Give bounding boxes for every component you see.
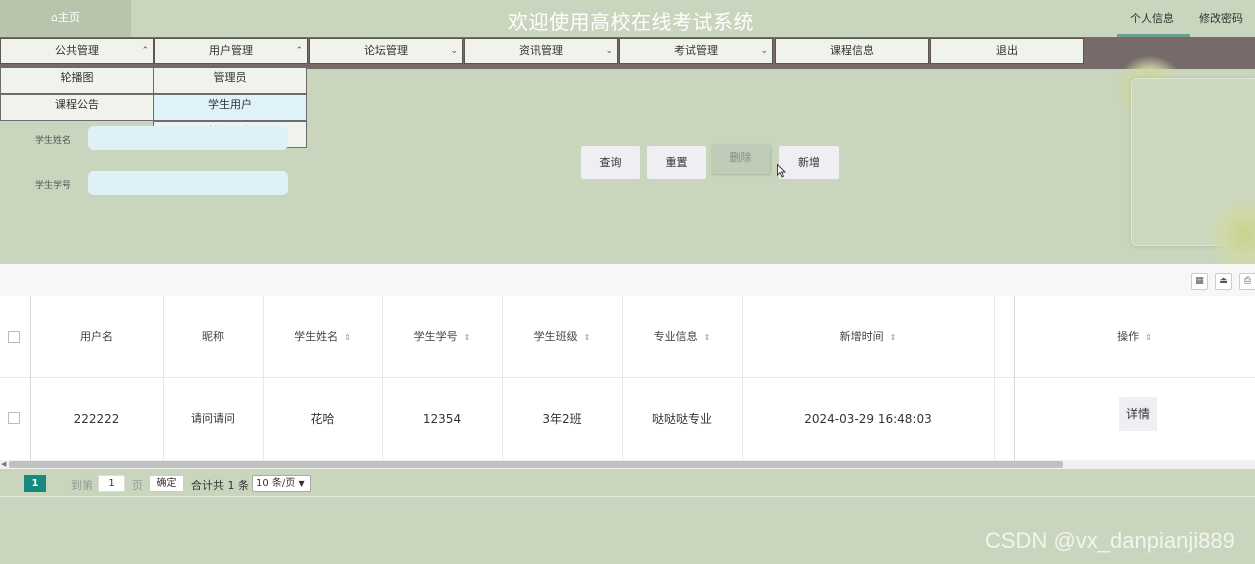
pager-total: 合计共 1 条 xyxy=(191,479,249,492)
chevron-down-icon: ▼ xyxy=(298,479,305,488)
nav-label: 用户管理 xyxy=(209,44,253,57)
chevron-down-icon: ⌄ xyxy=(605,46,613,56)
data-table: 用户名 昵称 学生姓名 ⇕ 学生学号 ⇕ 学生班级 ⇕ 专业信息 ⇕ 新增时间 ⇕ 操作 ⇕… xyxy=(0,296,1255,460)
chevron-up-icon: ⌃ xyxy=(295,46,303,56)
cell-student-id: 12354 xyxy=(422,412,462,426)
delete-button[interactable]: 删除 xyxy=(711,144,770,174)
profile-link[interactable]: 个人信息 xyxy=(1117,10,1190,37)
cell-major: 哒哒哒专业 xyxy=(651,412,712,426)
nav-label: 课程信息 xyxy=(830,44,874,57)
column-divider xyxy=(994,296,995,460)
change-password-link[interactable]: 修改密码 xyxy=(1199,10,1243,26)
sort-icon[interactable]: ⇕ xyxy=(344,333,351,342)
col-header-actions[interactable]: 操作 ⇕ xyxy=(1014,296,1255,378)
chevron-down-icon: ⌄ xyxy=(450,46,458,56)
nav-public-management[interactable]: 公共管理 ⌃ xyxy=(0,38,154,64)
columns-icon[interactable]: ▦ xyxy=(1191,273,1208,290)
col-header-username: 用户名 xyxy=(80,330,113,343)
select-all-checkbox[interactable] xyxy=(8,331,20,343)
student-name-input[interactable] xyxy=(88,126,288,150)
col-header-nickname: 昵称 xyxy=(202,330,224,343)
pager-page-input[interactable]: 1 xyxy=(98,475,125,492)
pager-divider xyxy=(0,496,1255,497)
cell-created-time: 2024-03-29 16:48:03 xyxy=(804,412,932,426)
reset-button[interactable]: 重置 xyxy=(647,146,706,179)
sort-icon[interactable]: ⇕ xyxy=(1145,333,1152,342)
detail-button[interactable]: 详情 xyxy=(1119,397,1157,431)
chevron-up-icon: ⌃ xyxy=(141,46,149,56)
scroll-left-icon[interactable]: ◀ xyxy=(1,460,6,468)
pager-confirm-button[interactable]: 确定 xyxy=(149,475,184,492)
nav-user-management[interactable]: 用户管理 ⌃ xyxy=(154,38,308,64)
query-button[interactable]: 查询 xyxy=(581,146,640,179)
page-size-select[interactable]: 10 条/页 ▼ xyxy=(252,475,311,492)
nav-label: 退出 xyxy=(996,44,1018,57)
pager-goto-label: 到第 xyxy=(71,479,93,492)
col-header-student-id[interactable]: 学生学号 ⇕ xyxy=(382,296,502,378)
site-title: 欢迎使用高校在线考试系统 xyxy=(508,10,754,34)
student-id-input[interactable] xyxy=(88,171,288,195)
nav-news-management[interactable]: 资讯管理 ⌄ xyxy=(464,38,618,64)
mouse-cursor-icon xyxy=(777,164,786,178)
export-icon[interactable]: ⏏ xyxy=(1215,273,1232,290)
nav-label: 考试管理 xyxy=(674,44,718,57)
sort-icon[interactable]: ⇕ xyxy=(890,333,897,342)
col-header-major[interactable]: 专业信息 ⇕ xyxy=(622,296,742,378)
scrollbar-thumb[interactable] xyxy=(9,461,1063,468)
header: ⌂主页 欢迎使用高校在线考试系统 个人信息 修改密码 xyxy=(0,0,1255,37)
print-icon[interactable]: ⎙ xyxy=(1239,273,1255,290)
col-header-created-time[interactable]: 新增时间 ⇕ xyxy=(742,296,994,378)
cell-class: 3年2班 xyxy=(542,412,582,426)
chevron-down-icon: ⌄ xyxy=(760,46,768,56)
nav-forum-management[interactable]: 论坛管理 ⌄ xyxy=(309,38,463,64)
sort-icon[interactable]: ⇕ xyxy=(584,333,591,342)
table-toolbar: ▦ ⏏ ⎙ xyxy=(0,264,1255,296)
nav-logout[interactable]: 退出 xyxy=(930,38,1084,64)
cell-nickname: 请问请问 xyxy=(191,412,235,425)
nav-label: 公共管理 xyxy=(55,44,99,57)
col-header-class[interactable]: 学生班级 ⇕ xyxy=(502,296,622,378)
sort-icon[interactable]: ⇕ xyxy=(704,333,711,342)
col-header-student-name[interactable]: 学生姓名 ⇕ xyxy=(263,296,382,378)
add-button[interactable]: 新增 xyxy=(779,146,839,179)
student-id-label: 学生学号 xyxy=(35,181,72,191)
horizontal-scrollbar[interactable]: ◀ xyxy=(0,460,1255,469)
dropdown-item-course-notice[interactable]: 课程公告 xyxy=(0,94,154,121)
dropdown-item-carousel[interactable]: 轮播图 xyxy=(0,67,154,94)
nav-exam-management[interactable]: 考试管理 ⌄ xyxy=(619,38,773,64)
row-checkbox[interactable] xyxy=(8,412,20,424)
dropdown-item-admin[interactable]: 管理员 xyxy=(153,67,307,94)
pager-current-page[interactable]: 1 xyxy=(24,475,46,492)
cell-student-name: 花哈 xyxy=(310,412,335,426)
dropdown-item-student-user[interactable]: 学生用户 xyxy=(153,94,307,121)
nav-course-info[interactable]: 课程信息 xyxy=(775,38,929,64)
watermark: CSDN @vx_danpianji889 xyxy=(985,528,1235,553)
cell-username: 222222 xyxy=(73,412,120,426)
pager-page-unit: 页 xyxy=(132,479,143,492)
nav-label: 资讯管理 xyxy=(519,44,563,57)
main-nav: 公共管理 ⌃ 用户管理 ⌃ 论坛管理 ⌄ 资讯管理 ⌄ 考试管理 ⌄ 课程信息 退出 xyxy=(0,37,1255,69)
student-name-label: 学生姓名 xyxy=(35,136,72,146)
sort-icon[interactable]: ⇕ xyxy=(464,333,471,342)
nav-label: 论坛管理 xyxy=(364,44,408,57)
home-button[interactable]: ⌂主页 xyxy=(0,0,131,37)
